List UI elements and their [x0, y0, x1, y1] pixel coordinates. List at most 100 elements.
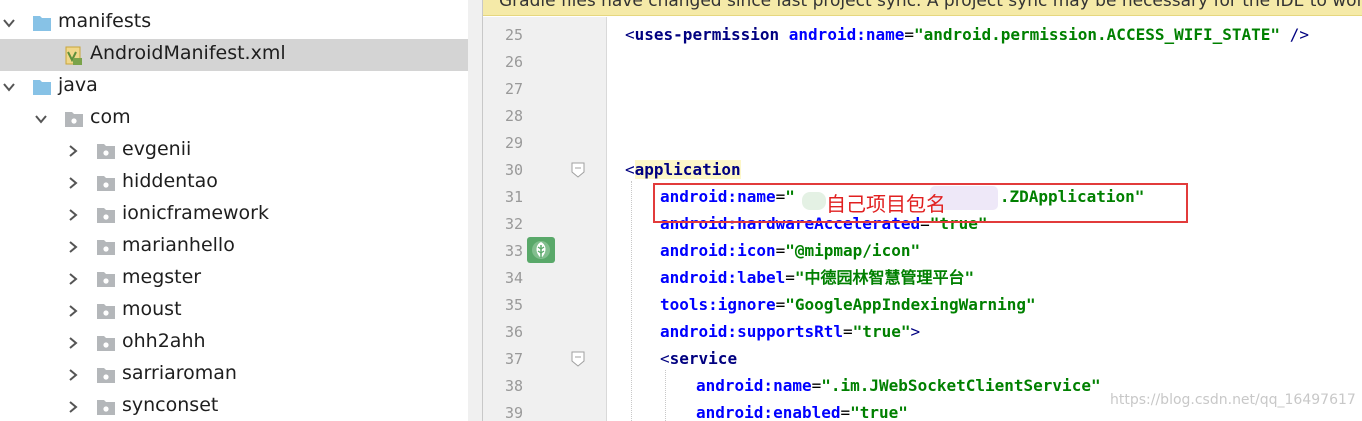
tree-item-androidmanifest-xml[interactable]: AndroidManifest.xml [0, 39, 482, 71]
code-line-38: android:name=".im.JWebSocketClientServic… [696, 372, 1101, 399]
tag-open: < [660, 349, 670, 368]
chevron-right-icon[interactable] [66, 144, 80, 158]
tree-item-label: moust [122, 298, 182, 320]
package-icon [96, 398, 116, 416]
tree-item-com[interactable]: com [0, 103, 482, 135]
attr-value: "中德园林智慧管理平台" [794, 268, 975, 287]
tag-close: > [910, 322, 921, 341]
package-icon [96, 206, 116, 224]
attr-eq: = [775, 241, 786, 260]
android-icon[interactable] [527, 237, 555, 263]
chevron-right-icon[interactable] [66, 176, 80, 190]
package-icon [96, 270, 116, 288]
chevron-right-icon[interactable] [66, 208, 80, 222]
code-line-34: android:label="中德园林智慧管理平台" [660, 264, 974, 291]
line-number: 29 [504, 134, 523, 152]
attr-eq: = [904, 25, 915, 44]
attr-eq: = [843, 322, 853, 341]
attr-value: "true" [850, 403, 908, 421]
chevron-right-icon[interactable] [66, 336, 80, 350]
folder-icon [32, 14, 52, 32]
line-number: 39 [504, 404, 523, 421]
line-number: 33 [504, 242, 523, 260]
tree-item-sarriaroman[interactable]: sarriaroman [0, 359, 482, 391]
attr-name: android:name [696, 376, 812, 395]
package-icon [96, 174, 116, 192]
tree-item-label: AndroidManifest.xml [90, 42, 286, 64]
chevron-right-icon[interactable] [66, 400, 80, 414]
chevron-down-icon[interactable] [2, 80, 16, 94]
chevron-right-icon[interactable] [66, 240, 80, 254]
attr-eq: = [840, 403, 851, 421]
tree-item-label: synconset [122, 394, 219, 416]
tag-name: uses-permission [634, 25, 780, 44]
tree-item-label: sarriaroman [122, 362, 237, 384]
tree-item-label: hiddentao [122, 170, 218, 192]
chevron-right-icon[interactable] [66, 368, 80, 382]
tree-item-moust[interactable]: moust [0, 295, 482, 327]
tree-item-manifests[interactable]: manifests [0, 7, 482, 39]
tree-item-label: com [90, 106, 131, 128]
package-icon [96, 238, 116, 256]
tree-item-label: ohh2ahh [122, 330, 206, 352]
package-icon [96, 334, 116, 352]
project-tree: manifests AndroidManifest.xml java com evgen… [0, 0, 482, 421]
tree-item-marianhello[interactable]: marianhello [0, 231, 482, 263]
attr-eq: = [811, 376, 822, 395]
manifest-file-icon [64, 46, 84, 65]
package-icon [96, 142, 116, 160]
tree-item-synconset[interactable]: synconset [0, 391, 482, 421]
attr-name: android:enabled [696, 403, 841, 421]
package-icon [96, 302, 116, 320]
line-number: 28 [504, 107, 523, 125]
tree-item-java[interactable]: java [0, 71, 482, 103]
folder-icon [32, 78, 52, 96]
tree-item-label: manifests [58, 10, 152, 32]
code-line-39: android:enabled="true" [696, 399, 908, 421]
attr-value: ".im.JWebSocketClientService" [821, 376, 1101, 395]
line-number: 38 [504, 377, 523, 395]
indent-guide [631, 181, 632, 421]
line-number: 36 [504, 323, 523, 341]
tree-item-label: java [58, 74, 98, 96]
code-line-30: <application [625, 156, 741, 183]
attr-value: "true" [852, 322, 911, 341]
fold-marker-icon[interactable] [571, 162, 585, 178]
indent-guide [665, 370, 666, 421]
line-number: 26 [504, 53, 523, 71]
line-number: 35 [504, 296, 523, 314]
chevron-right-icon[interactable] [66, 272, 80, 286]
tree-item-megster[interactable]: megster [0, 263, 482, 295]
tree-item-label: evgenii [122, 138, 192, 160]
code-line-25: <uses-permission android:name="android.p… [625, 21, 1309, 48]
tree-item-hiddentao[interactable]: hiddentao [0, 167, 482, 199]
line-number: 34 [504, 269, 523, 287]
tree-item-ohh2ahh[interactable]: ohh2ahh [0, 327, 482, 359]
watermark: https://blog.csdn.net/qq_16497617 [1110, 392, 1356, 408]
tree-scrollbar[interactable] [468, 0, 482, 421]
tree-item-label: ionicframework [122, 202, 269, 224]
line-number: 32 [504, 215, 523, 233]
attr-name: android:icon [660, 241, 776, 260]
attr-value: "android.permission.ACCESS_WIFI_STATE" [914, 25, 1281, 44]
package-icon [96, 366, 116, 384]
fold-marker-icon[interactable] [571, 351, 585, 367]
tree-item-label: marianhello [122, 234, 235, 256]
tree-item-label: megster [122, 266, 202, 288]
attr-value: "GoogleAppIndexingWarning" [785, 295, 1036, 314]
line-number: 31 [504, 188, 523, 206]
tag-open: < [625, 160, 635, 179]
attr-name: android:supportsRtl [660, 322, 844, 341]
tree-item-evgenii[interactable]: evgenii [0, 135, 482, 167]
chevron-down-icon[interactable] [2, 16, 16, 30]
tag-name: service [669, 349, 738, 368]
tree-item-ionicframework[interactable]: ionicframework [0, 199, 482, 231]
chevron-right-icon[interactable] [66, 304, 80, 318]
chevron-down-icon[interactable] [34, 112, 48, 126]
tag-open: < [625, 25, 635, 44]
package-icon [64, 110, 84, 128]
line-number: 30 [504, 161, 523, 179]
tag-name: application [634, 160, 741, 179]
annotation-label: 自己项目包名 [826, 192, 946, 216]
gradle-sync-banner[interactable]: Gradle files have changed since last pro… [483, 0, 1362, 16]
